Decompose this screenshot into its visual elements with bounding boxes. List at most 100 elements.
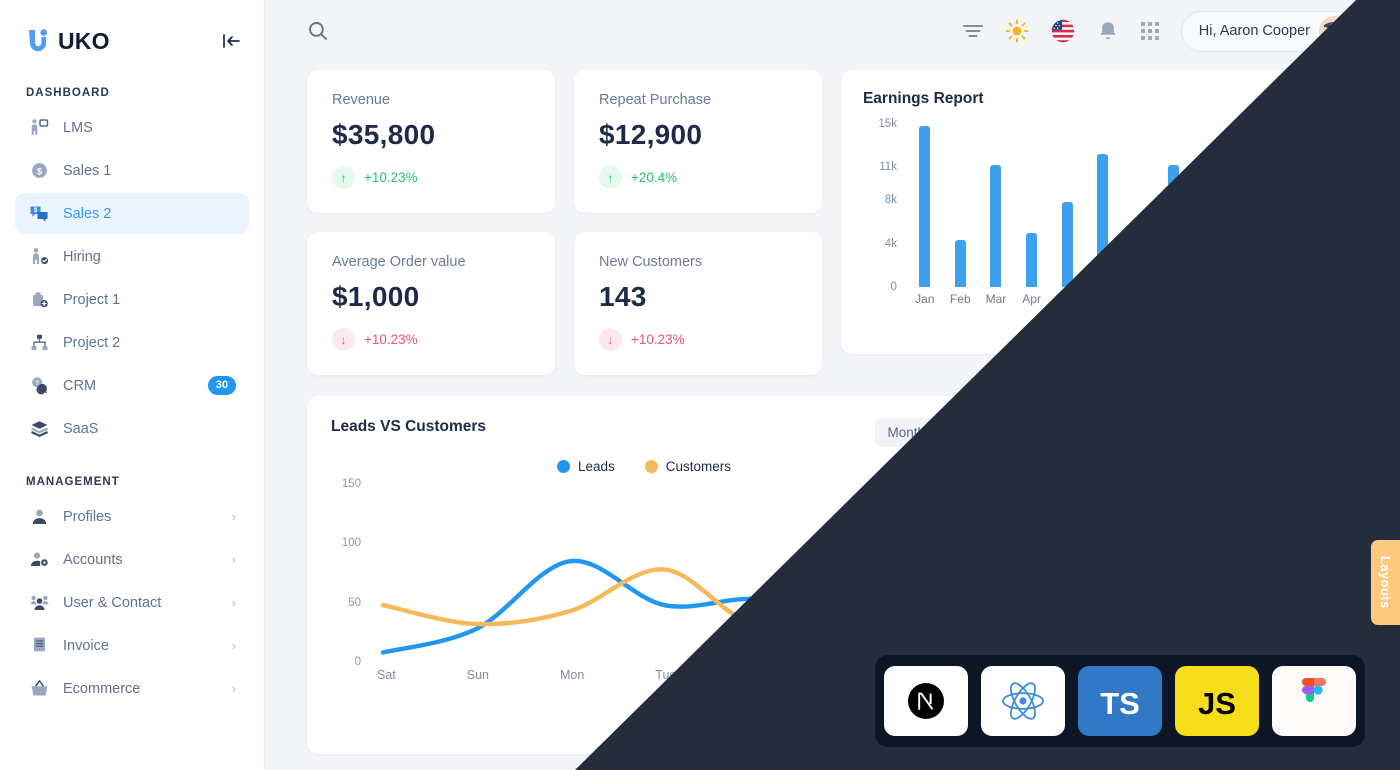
chevron-right-icon: › bbox=[231, 595, 236, 610]
leads-range-dropdown[interactable]: Month bbox=[875, 418, 957, 447]
x-tick-label: Tue bbox=[655, 668, 677, 682]
sidebar-section-dashboard-label: DASHBOARD bbox=[26, 87, 110, 99]
x-tick-label: Nov bbox=[1270, 292, 1292, 306]
kpi-delta-value: +10.23% bbox=[364, 170, 418, 185]
kpi-delta-value: +10.23% bbox=[364, 332, 418, 347]
leads-header: Leads VS Customers Month bbox=[331, 418, 957, 447]
arrow-up-icon: ↑ bbox=[332, 166, 355, 189]
bar-column bbox=[1192, 202, 1228, 287]
sidebar-item-label: Sales 1 bbox=[63, 162, 112, 179]
kpi-value: $35,800 bbox=[332, 119, 436, 150]
leads-legend: Leads Customers bbox=[331, 459, 957, 474]
nextjs-badge[interactable] bbox=[884, 666, 968, 736]
sidebar-item-label: Sales 2 bbox=[63, 205, 112, 222]
kpi-grid: Revenue $35,800 ↑ +10.23% Repeat Purchas… bbox=[307, 70, 822, 375]
sun-theme-icon[interactable] bbox=[1005, 19, 1029, 43]
react-badge[interactable] bbox=[981, 666, 1065, 736]
earnings-bars bbox=[907, 124, 1334, 287]
sidebar-item-label: Project 2 bbox=[63, 334, 121, 351]
bar bbox=[1239, 178, 1251, 287]
sidebar-item-profiles[interactable]: Profiles › bbox=[15, 496, 249, 537]
sidebar-header: UKO bbox=[0, 0, 264, 60]
user-avatar[interactable] bbox=[1319, 15, 1350, 47]
kpi-value: $1,000 bbox=[332, 281, 420, 312]
bar bbox=[1168, 165, 1180, 287]
bar bbox=[1275, 228, 1287, 287]
sidebar-item-project-1[interactable]: Project 1 bbox=[15, 279, 249, 320]
row-kpis-and-earnings: Revenue $35,800 ↑ +10.23% Repeat Purchas… bbox=[307, 70, 1356, 375]
y-tick-label: 50 bbox=[348, 596, 361, 609]
y-tick-label: 8k bbox=[884, 194, 897, 207]
x-tick-label: Mon bbox=[559, 668, 585, 682]
bar bbox=[1097, 154, 1109, 287]
sidebar-item-sales-1[interactable]: $ Sales 1 bbox=[15, 150, 249, 191]
apps-grid-icon[interactable] bbox=[1140, 21, 1160, 41]
x-tick-label: Dec bbox=[1305, 292, 1327, 306]
bar-column bbox=[1049, 202, 1085, 287]
y-tick-label: 11k bbox=[879, 161, 897, 174]
bar bbox=[1026, 232, 1038, 287]
bar-column bbox=[1121, 254, 1157, 287]
kpi-value: $12,900 bbox=[598, 119, 703, 150]
user-greeting: Hi, Aaron Cooper bbox=[1198, 23, 1310, 39]
bar-column bbox=[1263, 228, 1299, 287]
chevron-down-icon: ▼ bbox=[1325, 93, 1334, 103]
javascript-badge[interactable]: JS bbox=[1175, 666, 1259, 736]
us-flag-icon[interactable] bbox=[1050, 18, 1076, 44]
sidebar-item-sales-2[interactable]: $ Sales 2 bbox=[15, 193, 249, 234]
typescript-badge[interactable]: TS bbox=[1078, 666, 1162, 736]
sidebar-item-crm[interactable]: ? CRM 30 bbox=[15, 365, 249, 406]
sidebar-item-hiring[interactable]: Hiring bbox=[15, 236, 249, 277]
y-tick-label: 150 bbox=[341, 478, 361, 490]
sidebar-item-accounts[interactable]: Accounts › bbox=[15, 539, 249, 580]
sidebar-item-label: LMS bbox=[63, 119, 93, 136]
bar-column bbox=[1298, 126, 1334, 287]
sidebar-item-project-2[interactable]: Project 2 bbox=[15, 322, 249, 363]
x-tick-label: Mar bbox=[985, 292, 1007, 306]
leads-x-axis: SatSunMonTueWedThuFri bbox=[377, 668, 951, 682]
bar-column bbox=[1227, 178, 1263, 287]
earnings-title: Earnings Report bbox=[862, 90, 984, 107]
brand[interactable]: UKO bbox=[26, 28, 110, 55]
figma-badge[interactable] bbox=[1272, 666, 1356, 736]
sidebar-item-label: Accounts bbox=[63, 551, 123, 568]
y-tick-label: 100 bbox=[341, 537, 361, 550]
notification-bell-icon[interactable] bbox=[1097, 20, 1119, 43]
sidebar-item-label: Hiring bbox=[63, 248, 101, 265]
filter-lines-icon[interactable] bbox=[962, 21, 984, 41]
hiring-person-check-icon bbox=[28, 246, 50, 268]
legend-item-leads: Leads bbox=[556, 459, 615, 474]
sidebar-item-saas[interactable]: SaaS bbox=[15, 408, 249, 449]
brand-name: UKO bbox=[58, 27, 110, 54]
chevron-right-icon: › bbox=[231, 638, 236, 653]
saas-layers-icon bbox=[28, 418, 50, 440]
chevron-down-icon bbox=[934, 425, 945, 440]
collapse-sidebar-icon[interactable] bbox=[222, 32, 242, 50]
user-menu[interactable]: Hi, Aaron Cooper bbox=[1180, 10, 1356, 52]
ecommerce-basket-icon bbox=[28, 678, 50, 700]
sidebar-item-label: Profiles bbox=[63, 508, 112, 525]
arrow-up-icon: ↑ bbox=[598, 166, 622, 189]
x-tick-label: Thu bbox=[843, 668, 866, 682]
accounts-gear-person-icon bbox=[28, 549, 50, 571]
project-status-title: Project Status bbox=[1119, 418, 1224, 435]
chevron-right-icon: › bbox=[231, 681, 236, 696]
bar bbox=[1310, 126, 1322, 287]
sidebar-item-ecommerce[interactable]: Ecommerce › bbox=[15, 668, 249, 709]
kpi-delta: ↑ +10.23% bbox=[332, 166, 530, 189]
project-box-icon bbox=[28, 289, 50, 311]
sidebar-badge-crm: 30 bbox=[207, 376, 236, 395]
sidebar-item-lms[interactable]: LMS bbox=[15, 107, 249, 148]
earnings-range-dropdown[interactable]: Month ▼ bbox=[1275, 90, 1334, 106]
x-tick-label: Aug bbox=[1163, 292, 1185, 306]
earnings-header: Earnings Report Month ▼ bbox=[863, 90, 1334, 108]
leads-line-svg bbox=[380, 519, 948, 655]
sidebar-item-invoice[interactable]: Invoice › bbox=[15, 625, 249, 666]
sidebar-item-label: SaaS bbox=[63, 420, 99, 437]
search-icon[interactable] bbox=[307, 20, 329, 42]
x-tick-label: Apr bbox=[1022, 292, 1041, 306]
sidebar-item-user-contact[interactable]: User & Contact › bbox=[15, 582, 249, 623]
x-tick-label: Jun bbox=[1093, 292, 1113, 306]
layouts-tab[interactable]: Layouts bbox=[1371, 540, 1400, 625]
sidebar-section-management-label: MANAGEMENT bbox=[26, 476, 120, 488]
